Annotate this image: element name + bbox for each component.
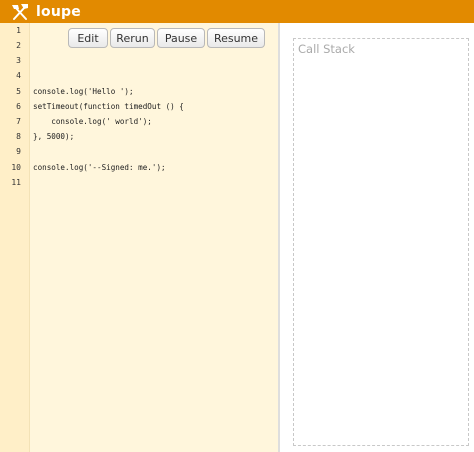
code-line[interactable]: console.log(' world'); — [33, 117, 152, 127]
line-number: 3 — [16, 56, 21, 65]
call-stack-box: Call Stack — [293, 38, 469, 446]
line-number: 1 — [16, 26, 21, 35]
line-number: 11 — [11, 178, 21, 187]
code-line[interactable]: setTimeout(function timedOut () { — [33, 102, 184, 112]
app-logo-text[interactable]: loupe — [36, 4, 81, 20]
edit-button[interactable]: Edit — [68, 28, 108, 48]
rerun-button[interactable]: Rerun — [110, 28, 155, 48]
line-number: 10 — [11, 163, 21, 172]
line-number: 7 — [16, 117, 21, 126]
line-number: 9 — [16, 147, 21, 156]
line-number-gutter: 1 2 3 4 5 6 7 8 9 10 11 — [0, 23, 30, 452]
code-line[interactable]: console.log('Hello '); — [33, 87, 134, 97]
line-number: 5 — [16, 87, 21, 96]
call-stack-pane: Call Stack — [280, 23, 474, 452]
pause-button[interactable]: Pause — [157, 28, 205, 48]
code-line[interactable]: }, 5000); — [33, 132, 74, 142]
crossed-tools-icon — [9, 2, 31, 22]
code-editor[interactable]: 1 2 3 4 5 6 7 8 9 10 11 console.log('Hel… — [0, 23, 278, 452]
editor-toolbar: Edit Rerun Pause Resume — [68, 28, 265, 48]
line-number: 8 — [16, 132, 21, 141]
resume-button[interactable]: Resume — [207, 28, 265, 48]
code-line[interactable]: console.log('--Signed: me.'); — [33, 163, 166, 173]
loupe-app: loupe 1 2 3 4 5 6 7 8 9 10 11 console.lo… — [0, 0, 474, 452]
header-bar: loupe — [0, 0, 474, 23]
call-stack-title: Call Stack — [298, 42, 355, 56]
line-number: 6 — [16, 102, 21, 111]
line-number: 4 — [16, 71, 21, 80]
line-number: 2 — [16, 41, 21, 50]
